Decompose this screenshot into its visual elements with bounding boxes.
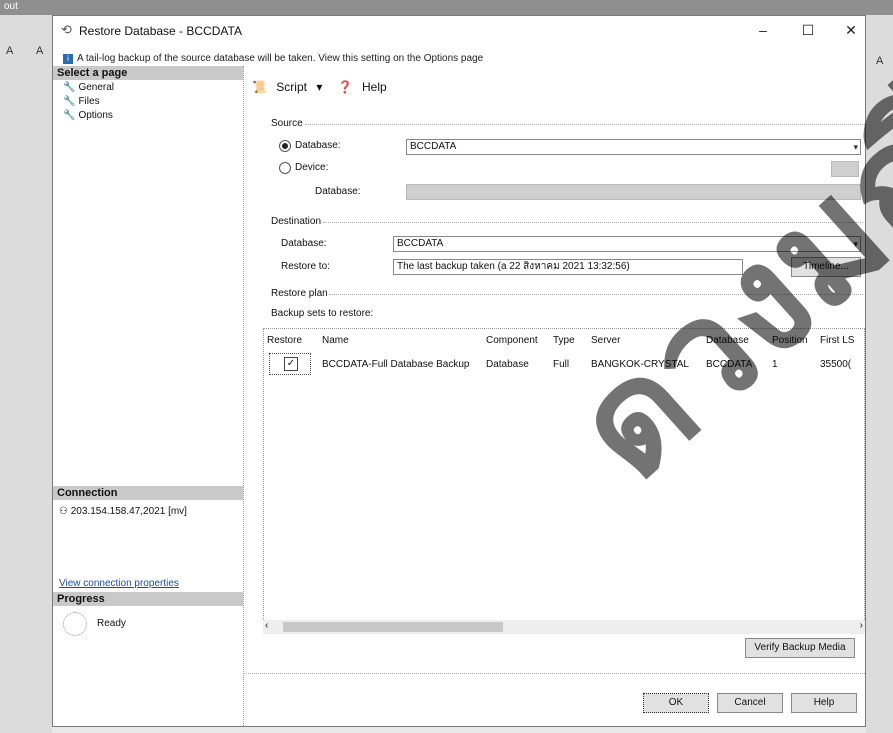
progress-status: Ready bbox=[97, 618, 126, 629]
minimize-button[interactable]: – bbox=[743, 19, 783, 41]
source-database-label: Database: bbox=[295, 140, 341, 151]
select-page-header: Select a page bbox=[53, 66, 243, 80]
source-database-radio[interactable] bbox=[279, 140, 291, 152]
destination-database-value: BCCDATA bbox=[397, 238, 444, 249]
page-general-label: General bbox=[78, 82, 115, 93]
progress-header: Progress bbox=[53, 592, 243, 606]
background-left-panel: A A bbox=[0, 15, 52, 733]
ok-button[interactable]: OK bbox=[643, 693, 709, 713]
maximize-button[interactable]: ☐ bbox=[788, 19, 828, 41]
horizontal-scrollbar[interactable]: ‹ › bbox=[263, 620, 865, 634]
destination-section-label: Destination bbox=[271, 216, 322, 227]
help-button[interactable]: ❓ Help bbox=[338, 80, 393, 94]
row-name: BCCDATA-Full Database Backup bbox=[322, 359, 470, 370]
source-database-value: BCCDATA bbox=[410, 141, 457, 152]
restore-checkbox[interactable]: ✓ bbox=[284, 357, 298, 371]
banner-text: A tail-log backup of the source database… bbox=[77, 53, 484, 64]
scroll-right-icon[interactable]: › bbox=[860, 620, 863, 631]
window-title: Restore Database - BCCDATA bbox=[79, 24, 242, 38]
background-glyph: A bbox=[6, 45, 14, 57]
chevron-down-icon: ▾ bbox=[316, 80, 323, 94]
destination-database-label: Database: bbox=[281, 238, 327, 249]
page-options-label: Options bbox=[78, 110, 113, 121]
left-pane: Select a page 🔧 General 🔧 Files 🔧 Options C… bbox=[53, 66, 244, 726]
info-icon: i bbox=[63, 54, 73, 64]
restore-plan-section-label: Restore plan bbox=[271, 288, 328, 299]
script-button[interactable]: 📜 Script ▾ bbox=[252, 80, 328, 94]
source-device-label: Device: bbox=[295, 162, 329, 173]
close-button[interactable]: ✕ bbox=[831, 19, 871, 41]
source-section-label: Source bbox=[271, 118, 303, 129]
source-device-database-label: Database: bbox=[315, 186, 361, 197]
progress-spinner-icon bbox=[63, 612, 87, 636]
verify-backup-media-button[interactable]: Verify Backup Media bbox=[745, 638, 855, 658]
script-label: Script bbox=[276, 80, 307, 94]
page-options[interactable]: 🔧 Options bbox=[63, 110, 113, 121]
scroll-left-icon[interactable]: ‹ bbox=[265, 620, 268, 631]
background-glyph: A bbox=[36, 45, 44, 57]
source-device-radio[interactable] bbox=[279, 162, 291, 174]
wrench-icon: 🔧 bbox=[63, 96, 76, 107]
connection-header: Connection bbox=[53, 486, 243, 500]
connection-icon: ⚇ bbox=[59, 506, 71, 517]
footer-divider bbox=[243, 673, 865, 674]
script-icon: 📜 bbox=[252, 80, 267, 94]
help-footer-button[interactable]: Help bbox=[791, 693, 857, 713]
connection-value: 203.154.158.47,2021 [mv] bbox=[70, 506, 187, 517]
scrollbar-thumb[interactable] bbox=[283, 622, 503, 632]
help-label: Help bbox=[362, 80, 387, 94]
backup-sets-label: Backup sets to restore: bbox=[271, 308, 374, 319]
wrench-icon: 🔧 bbox=[63, 82, 76, 93]
title-bar: ⟲ Restore Database - BCCDATA – ☐ ✕ bbox=[53, 16, 865, 44]
restore-to-label: Restore to: bbox=[281, 261, 330, 272]
page-files-label: Files bbox=[78, 96, 100, 107]
restore-database-icon: ⟲ bbox=[61, 22, 72, 37]
toolbar: 📜 Script ▾ ❓ Help bbox=[252, 80, 399, 94]
wrench-icon: 🔧 bbox=[63, 110, 76, 121]
tail-log-banner: i A tail-log backup of the source databas… bbox=[63, 53, 483, 64]
page-general[interactable]: 🔧 General bbox=[63, 82, 114, 93]
connection-info: ⚇ 203.154.158.47,2021 [mv] bbox=[59, 506, 187, 517]
cancel-button[interactable]: Cancel bbox=[717, 693, 783, 713]
view-connection-properties-link[interactable]: View connection properties bbox=[59, 578, 179, 589]
background-taskbar: out bbox=[0, 0, 893, 15]
help-icon: ❓ bbox=[337, 80, 353, 94]
background-label: out bbox=[4, 1, 18, 12]
page-files[interactable]: 🔧 Files bbox=[63, 96, 100, 107]
column-header-component[interactable]: Component bbox=[486, 335, 538, 346]
column-header-name[interactable]: Name bbox=[322, 335, 349, 346]
column-header-restore[interactable]: Restore bbox=[267, 335, 302, 346]
